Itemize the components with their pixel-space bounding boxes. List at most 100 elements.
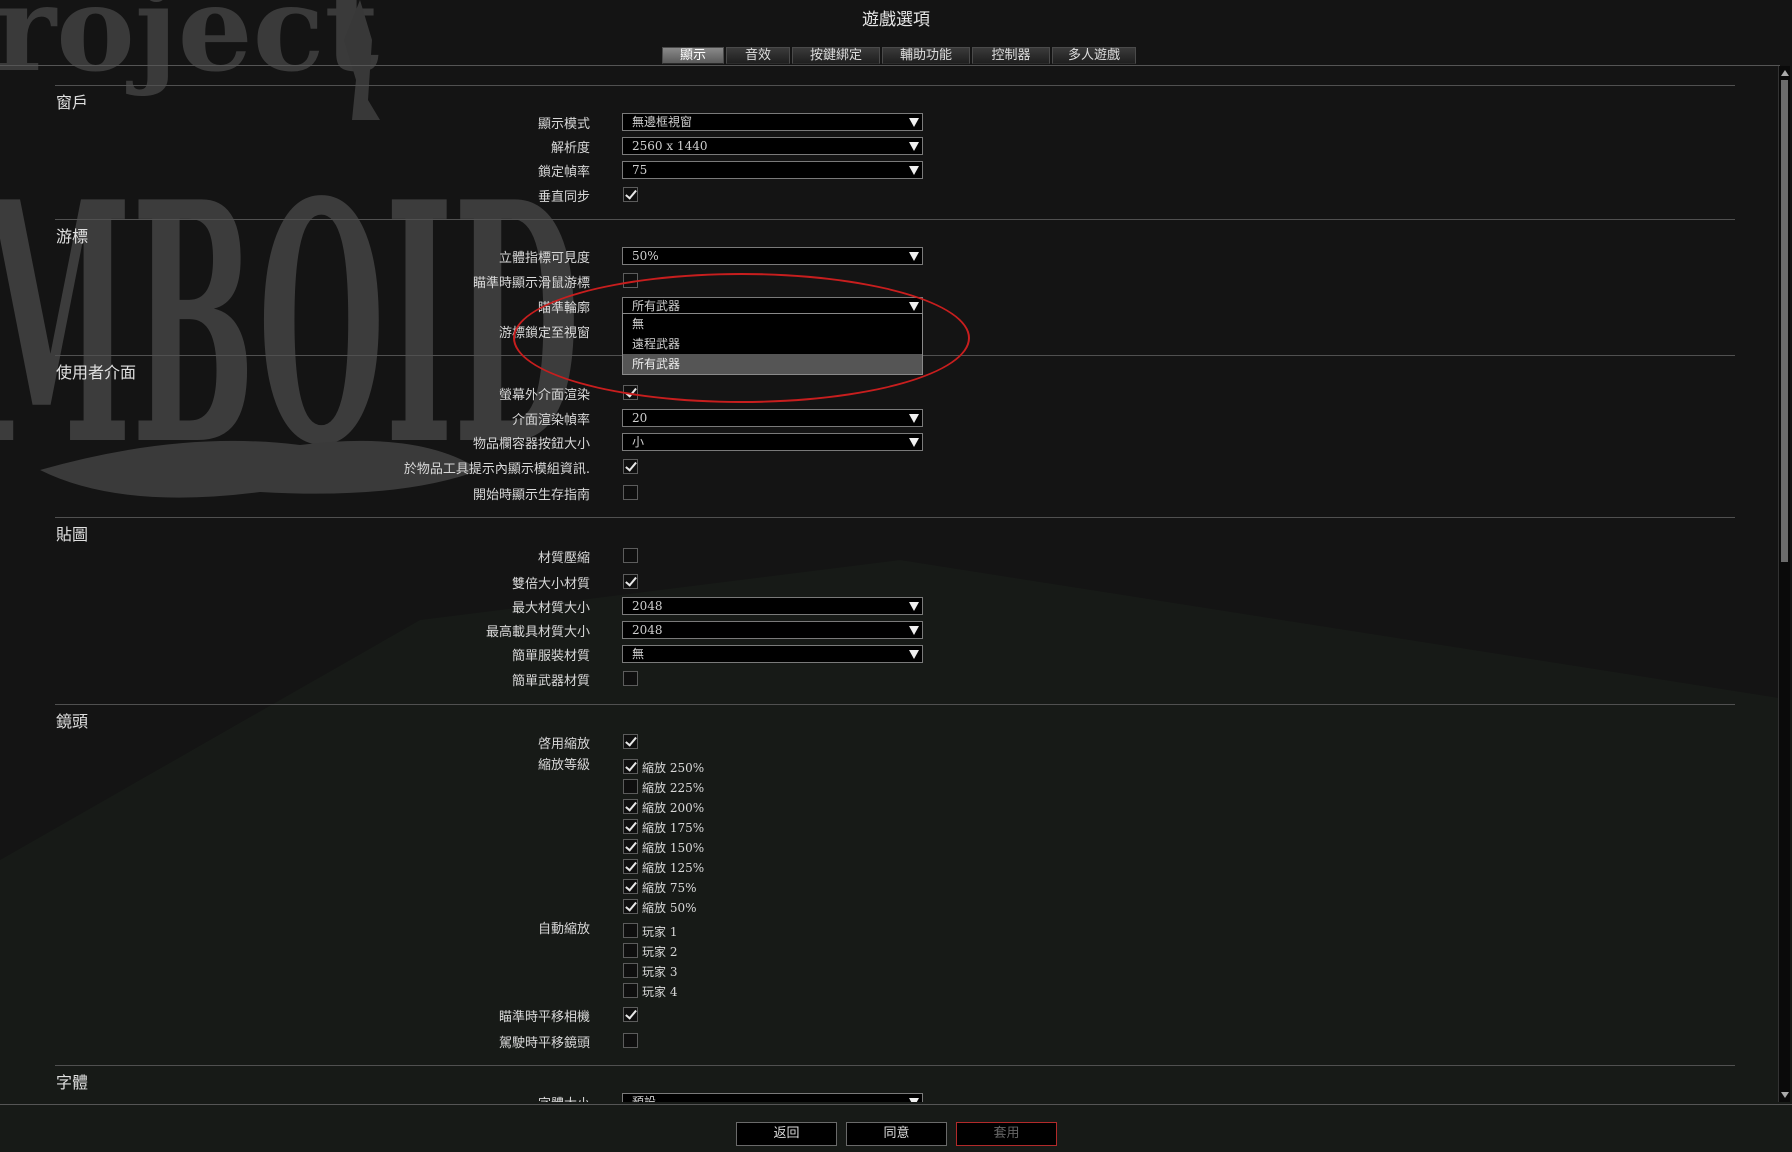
texture-compression-label: 材質壓縮: [537, 551, 590, 566]
texture-compression-checkbox[interactable]: [623, 548, 638, 563]
max-texture-size-select[interactable]: 2048: [622, 597, 923, 615]
section-title-fonts: 字體: [56, 1073, 89, 1092]
aim-outline-dropdown-list: 無 遠程武器 所有武器: [622, 313, 923, 375]
section-title-window: 窗戶: [56, 93, 89, 112]
display-mode-select[interactable]: 無邊框視窗: [622, 113, 923, 131]
dropdown-arrow-icon: [909, 252, 919, 261]
scroll-up-arrow-icon[interactable]: [1781, 70, 1789, 76]
zoom-50-checkbox[interactable]: [623, 899, 638, 914]
section-title-ui: 使用者介面: [56, 363, 137, 382]
tab-audio[interactable]: 音效: [726, 47, 790, 64]
display-mode-value: 無邊框視窗: [632, 115, 693, 129]
zoom-225-label: 縮放 225%: [642, 781, 705, 795]
dropdown-option-selected[interactable]: 所有武器: [623, 354, 922, 374]
tab-keybindings[interactable]: 按鍵綁定: [792, 47, 880, 64]
container-button-size-value: 小: [632, 435, 645, 449]
ui-fps-value: 20: [632, 411, 648, 425]
auto-zoom-player4-checkbox[interactable]: [623, 983, 638, 998]
auto-zoom-player1-checkbox[interactable]: [623, 923, 638, 938]
zoom-75-checkbox[interactable]: [623, 879, 638, 894]
font-size-value: 預設: [632, 1095, 657, 1102]
simple-clothing-select[interactable]: 無: [622, 645, 923, 663]
zoom-200-checkbox[interactable]: [623, 799, 638, 814]
zoom-150-label: 縮放 150%: [642, 841, 705, 855]
zoom-175-label: 縮放 175%: [642, 821, 705, 835]
section-title-camera: 鏡頭: [56, 712, 89, 731]
vsync-label: 垂直同步: [537, 190, 590, 205]
auto-zoom-label: 自動縮放: [537, 922, 590, 937]
tab-controller[interactable]: 控制器: [972, 47, 1050, 64]
font-size-label: 字體大小: [538, 1093, 590, 1102]
dropdown-arrow-icon: [909, 602, 919, 611]
survival-guide-label: 開始時顯示生存指南: [472, 488, 590, 503]
aim-visibility-select[interactable]: 50%: [622, 247, 923, 265]
dropdown-arrow-icon: [909, 302, 919, 311]
ui-fps-label: 介面渲染幀率: [511, 413, 590, 428]
dropdown-arrow-icon: [909, 166, 919, 175]
accept-button[interactable]: 同意: [846, 1122, 947, 1146]
simple-weapon-label: 簡單武器材質: [511, 674, 590, 689]
zoom-75-label: 縮放 75%: [642, 881, 697, 895]
section-title-textures: 貼圖: [56, 525, 89, 544]
max-vehicle-texture-select[interactable]: 2048: [622, 621, 923, 639]
scroll-down-arrow-icon[interactable]: [1781, 1092, 1789, 1098]
max-texture-size-value: 2048: [632, 599, 663, 613]
dropdown-option[interactable]: 遠程武器: [623, 334, 922, 354]
offscreen-render-label: 螢幕外介面渲染: [498, 388, 590, 403]
auto-zoom-player4-label: 玩家 4: [642, 985, 678, 999]
tab-multiplayer[interactable]: 多人遊戲: [1052, 47, 1136, 64]
scrollbar[interactable]: [1778, 66, 1790, 1102]
dropdown-option[interactable]: 無: [623, 314, 922, 334]
pan-on-drive-checkbox[interactable]: [623, 1033, 638, 1048]
aim-outline-value: 所有武器: [632, 299, 681, 313]
tab-accessibility[interactable]: 輔助功能: [882, 47, 970, 64]
survival-guide-checkbox[interactable]: [623, 485, 638, 500]
section-divider: [55, 85, 1735, 86]
section-divider: [55, 1065, 1735, 1066]
auto-zoom-player3-label: 玩家 3: [642, 965, 678, 979]
zoom-150-checkbox[interactable]: [623, 839, 638, 854]
zoom-250-checkbox[interactable]: [623, 759, 638, 774]
aim-visibility-label: 立體指標可見度: [498, 251, 590, 266]
tab-display[interactable]: 顯示: [662, 47, 724, 64]
container-button-size-select[interactable]: 小: [622, 433, 923, 451]
show-mouse-on-aim-checkbox[interactable]: [623, 273, 638, 288]
resolution-select[interactable]: 2560 x 1440: [622, 137, 923, 155]
mod-info-tooltip-label: 於物品工具提示內顯示模組資訊.: [403, 462, 590, 477]
auto-zoom-player2-label: 玩家 2: [642, 945, 678, 959]
auto-zoom-player3-checkbox[interactable]: [623, 963, 638, 978]
offscreen-render-checkbox[interactable]: [623, 385, 638, 400]
framerate-label: 鎖定幀率: [537, 165, 590, 180]
lock-cursor-label: 游標鎖定至視窗: [498, 326, 590, 341]
footer-divider: [0, 1104, 1792, 1105]
resolution-label: 解析度: [550, 141, 590, 156]
framerate-select[interactable]: 75: [622, 161, 923, 179]
enable-zoom-label: 啓用縮放: [537, 737, 590, 752]
tab-bar: 顯示 音效 按鍵綁定 輔助功能 控制器 多人遊戲: [662, 47, 1136, 64]
pan-on-aim-checkbox[interactable]: [623, 1007, 638, 1022]
zoom-levels-label: 縮放等級: [537, 758, 590, 773]
pan-on-aim-label: 瞄準時平移相機: [498, 1010, 590, 1025]
aim-outline-label: 瞄準輪廓: [537, 301, 590, 316]
dropdown-arrow-icon: [909, 414, 919, 423]
font-size-select[interactable]: 預設: [622, 1093, 923, 1102]
ui-fps-select[interactable]: 20: [622, 409, 923, 427]
zoom-50-label: 縮放 50%: [642, 901, 697, 915]
max-texture-size-label: 最大材質大小: [511, 601, 590, 616]
zoom-125-checkbox[interactable]: [623, 859, 638, 874]
apply-button[interactable]: 套用: [956, 1122, 1057, 1146]
zoom-175-checkbox[interactable]: [623, 819, 638, 834]
mod-info-tooltip-checkbox[interactable]: [623, 459, 638, 474]
container-button-size-label: 物品欄容器按鈕大小: [472, 437, 590, 452]
zoom-225-checkbox[interactable]: [623, 779, 638, 794]
back-button[interactable]: 返回: [736, 1122, 837, 1146]
window-title: 遊戲選項: [862, 10, 930, 30]
dropdown-arrow-icon: [909, 1098, 919, 1102]
scrollbar-thumb[interactable]: [1781, 80, 1788, 562]
auto-zoom-player2-checkbox[interactable]: [623, 943, 638, 958]
double-size-textures-checkbox[interactable]: [623, 574, 638, 589]
vsync-checkbox[interactable]: [623, 187, 638, 202]
pan-on-drive-label: 駕駛時平移鏡頭: [498, 1036, 590, 1051]
simple-weapon-checkbox[interactable]: [623, 671, 638, 686]
enable-zoom-checkbox[interactable]: [623, 734, 638, 749]
